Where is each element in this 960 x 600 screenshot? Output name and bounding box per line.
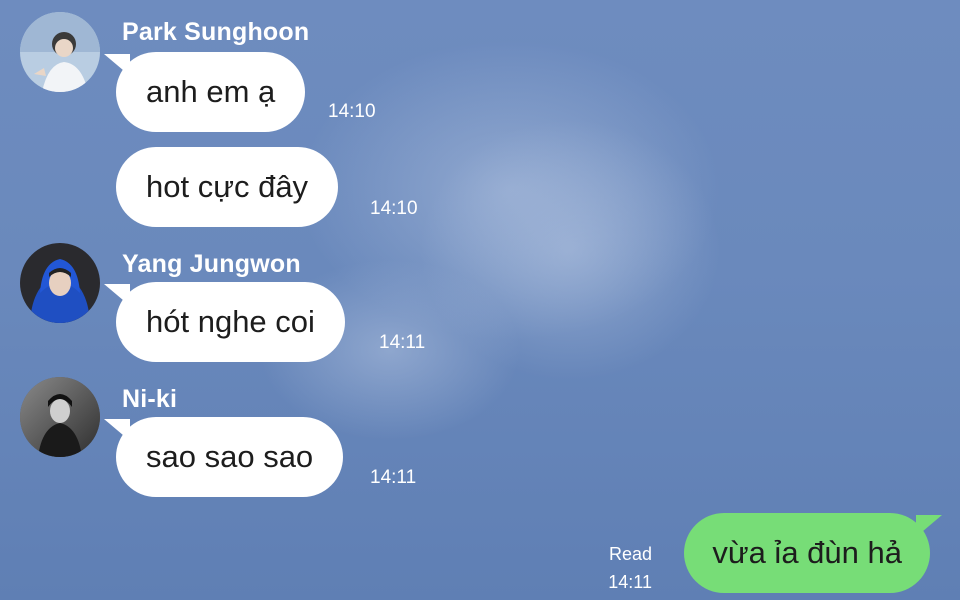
- sender-name: Ni-ki: [122, 385, 178, 413]
- sender-name: Park Sunghoon: [122, 18, 310, 46]
- avatar-ni-ki[interactable]: [20, 377, 100, 457]
- message-bubble[interactable]: hot cực đây: [116, 147, 339, 227]
- message-bubble[interactable]: hót nghe coi: [104, 282, 345, 362]
- read-status: Read: [608, 544, 652, 564]
- sender-name: Yang Jungwon: [122, 250, 301, 278]
- outgoing-message-bubble[interactable]: vừa ỉa đùn hả: [684, 513, 942, 593]
- avatar-park-sunghoon[interactable]: [20, 12, 100, 92]
- message-time: 14:11: [370, 467, 417, 488]
- message-text: anh em ạ: [146, 74, 276, 109]
- message-time: 14:11: [379, 332, 426, 353]
- message-bubble[interactable]: sao sao sao: [103, 417, 344, 497]
- read-receipt: Read 14:11: [608, 540, 652, 596]
- background-cloud: [420, 120, 720, 380]
- background-cloud: [300, 40, 720, 340]
- message-text: hót nghe coi: [146, 304, 315, 339]
- message-text: sao sao sao: [146, 439, 314, 474]
- message-time: 14:10: [328, 101, 376, 122]
- message-text: hot cực đây: [146, 169, 309, 204]
- message-time: 14:10: [370, 198, 418, 219]
- message-time: 14:11: [608, 572, 652, 592]
- message-text: vừa ỉa đùn hả: [712, 535, 902, 570]
- message-bubble[interactable]: anh em ạ: [103, 52, 306, 132]
- avatar-yang-jungwon[interactable]: [20, 243, 100, 323]
